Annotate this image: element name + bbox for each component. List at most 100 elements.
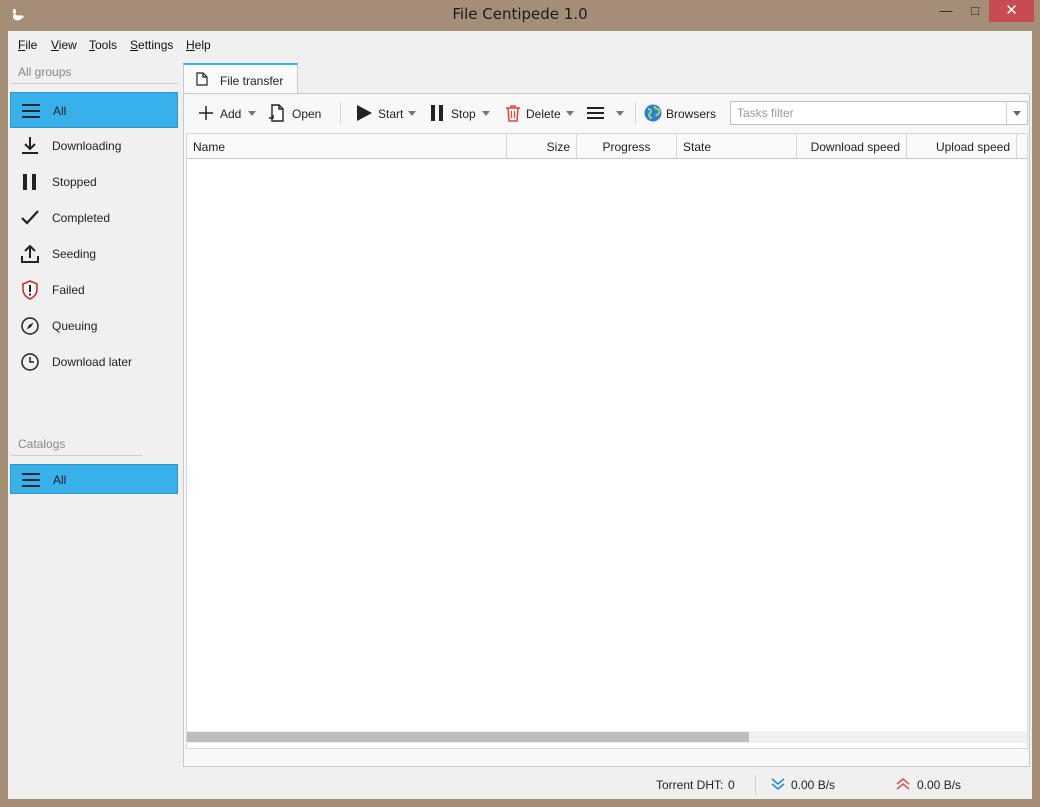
sidebar-item-label: Completed	[52, 211, 111, 225]
menu-label: elp	[194, 38, 211, 52]
pause-icon	[429, 103, 449, 123]
groups-divider	[11, 83, 178, 84]
globe-icon	[643, 103, 663, 123]
menu-label: iew	[58, 38, 77, 52]
open-file-icon	[268, 103, 288, 123]
sidebar-item-seeding[interactable]: Seeding	[10, 236, 178, 272]
dht-value: 0	[728, 778, 735, 792]
window-title: File Centipede 1.0	[452, 5, 588, 23]
title-bar[interactable]: File Centipede 1.0 — □ ✕	[0, 0, 1040, 31]
sidebar-item-stopped[interactable]: Stopped	[10, 164, 178, 200]
maximize-button[interactable]: □	[960, 0, 990, 22]
menu-label: ools	[95, 38, 118, 52]
toolbar: Add Open Start Stop Delete Browsers Task…	[184, 94, 1029, 132]
menu-mnemonic: S	[130, 38, 139, 52]
transfer-table[interactable]: Name Size Progress State Download speed …	[186, 133, 1028, 749]
horizontal-scrollbar[interactable]	[187, 731, 1027, 743]
open-label: Open	[292, 107, 322, 121]
column-header-upload-speed[interactable]: Upload speed	[907, 134, 1017, 158]
sidebar-item-label: All	[53, 104, 67, 118]
plus-icon	[196, 103, 216, 123]
sidebar-item-label: Download later	[52, 355, 133, 369]
column-header-download-speed[interactable]: Download speed	[797, 134, 907, 158]
delete-button[interactable]: Delete	[503, 100, 575, 126]
chevron-down-icon[interactable]	[248, 111, 256, 116]
open-button[interactable]: Open	[268, 100, 328, 126]
checkmark-icon	[20, 208, 40, 228]
sidebar-item-label: Failed	[52, 283, 85, 297]
pause-icon	[20, 172, 40, 192]
browsers-label: Browsers	[666, 107, 717, 121]
delete-label: Delete	[526, 107, 561, 121]
stop-button[interactable]: Stop	[429, 100, 491, 126]
sidebar-item-label: Seeding	[52, 247, 97, 261]
status-separator	[755, 775, 756, 795]
column-header-state[interactable]: State	[677, 134, 797, 158]
menu-bar: File View Tools Settings Help	[8, 31, 1032, 59]
add-button[interactable]: Add	[196, 100, 258, 126]
trash-icon	[503, 103, 523, 123]
upload-speed: 0.00 B/s	[917, 778, 962, 792]
upload-icon	[20, 244, 40, 264]
list-icon	[21, 101, 41, 121]
minimize-button[interactable]: —	[931, 0, 961, 22]
sidebar-item-completed[interactable]: Completed	[10, 200, 178, 236]
download-icon	[20, 136, 40, 156]
sidebar-item-label: Stopped	[52, 175, 97, 189]
tab-file-transfer[interactable]: File transfer	[183, 63, 298, 94]
menu-mnemonic: V	[51, 38, 59, 52]
column-header-name[interactable]: Name	[187, 134, 507, 158]
compass-icon	[20, 316, 40, 336]
sidebar-item-queuing[interactable]: Queuing	[10, 308, 178, 344]
file-transfer-panel: Add Open Start Stop Delete Browsers Task…	[183, 93, 1030, 767]
catalog-item-label: All	[53, 473, 67, 487]
upload-speed-icon	[896, 777, 910, 791]
menu-label: ile	[25, 38, 38, 52]
document-icon	[196, 72, 208, 86]
menu-help[interactable]: Help	[186, 38, 211, 52]
catalogs-divider	[11, 455, 142, 456]
tab-label: File transfer	[220, 74, 284, 88]
sidebar-item-downloading[interactable]: Downloading	[10, 128, 178, 164]
shield-alert-icon	[20, 280, 40, 300]
status-bar: Torrent DHT: 0 0.00 B/s 0.00 B/s	[648, 773, 1028, 797]
sidebar-item-download-later[interactable]: Download later	[10, 344, 178, 380]
dht-label: Torrent DHT:	[656, 778, 724, 792]
more-menu-button[interactable]	[586, 100, 626, 126]
menu-tools[interactable]: Tools	[89, 38, 117, 52]
app-window: File Centipede 1.0 — □ ✕ File View Tools…	[0, 0, 1040, 807]
menu-view[interactable]: View	[51, 38, 77, 52]
sidebar-item-all[interactable]: All	[10, 92, 178, 128]
menu-mnemonic: H	[186, 38, 195, 52]
play-icon	[354, 103, 374, 123]
chevron-down-icon[interactable]	[408, 111, 416, 116]
column-header-size[interactable]: Size	[507, 134, 577, 158]
clock-icon	[20, 352, 40, 372]
chevron-down-icon[interactable]	[482, 111, 490, 116]
add-label: Add	[220, 107, 242, 121]
chevron-down-icon[interactable]	[1006, 102, 1027, 124]
sidebar-item-failed[interactable]: Failed	[10, 272, 178, 308]
tasks-filter[interactable]	[730, 101, 1028, 125]
close-button[interactable]: ✕	[989, 0, 1034, 22]
chevron-down-icon[interactable]	[566, 111, 574, 116]
toolbar-separator	[340, 102, 341, 124]
sidebar: All groups All Downloading Stopped Compl…	[8, 59, 180, 799]
sidebar-item-label: Queuing	[52, 319, 98, 333]
menu-settings[interactable]: Settings	[130, 38, 173, 52]
download-speed: 0.00 B/s	[791, 778, 836, 792]
tasks-filter-input[interactable]	[731, 102, 1007, 124]
column-header-progress[interactable]: Progress	[577, 134, 677, 158]
start-button[interactable]: Start	[354, 100, 420, 126]
catalog-item-all[interactable]: All	[10, 464, 178, 494]
chevron-down-icon[interactable]	[616, 111, 624, 116]
sidebar-item-label: Downloading	[52, 139, 122, 153]
browsers-button[interactable]: Browsers	[643, 100, 719, 126]
stop-label: Stop	[451, 107, 476, 121]
menu-file[interactable]: File	[18, 38, 37, 52]
catalogs-header: Catalogs	[18, 437, 66, 451]
download-speed-icon	[771, 777, 785, 791]
menu-label: ettings	[138, 38, 174, 52]
scrollbar-thumb[interactable]	[187, 732, 749, 742]
toolbar-separator	[635, 102, 636, 124]
